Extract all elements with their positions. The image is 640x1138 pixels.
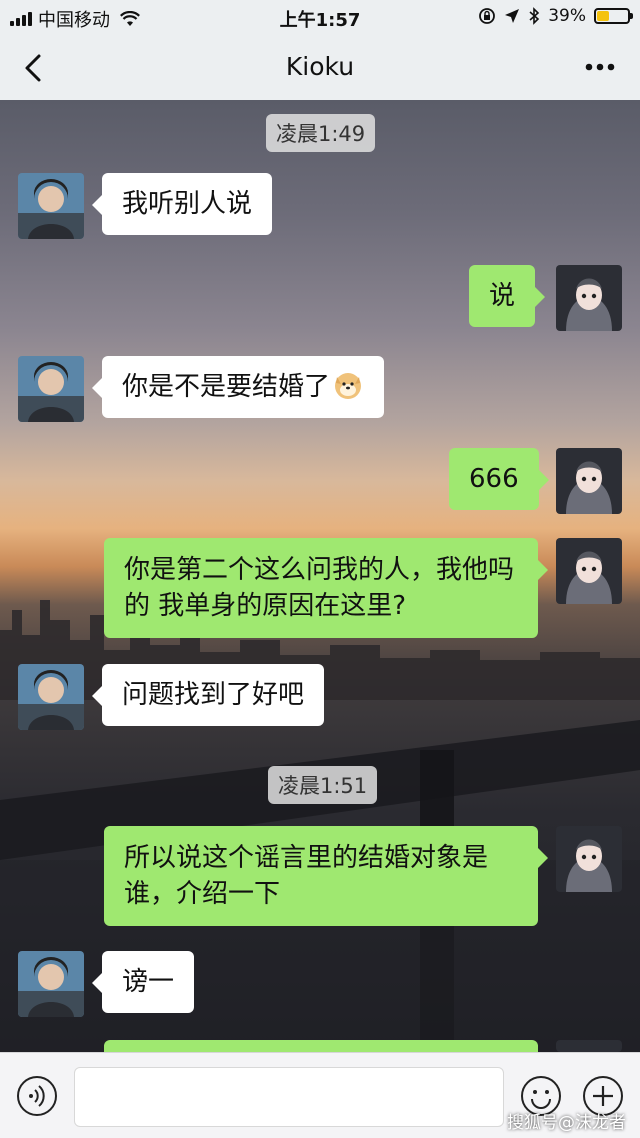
- watermark: 搜狐号@沫龙者: [507, 1113, 626, 1133]
- message-bubble-outgoing[interactable]: 你是第二个这么问我的人，我他吗的 我单身的原因在这里?: [104, 538, 548, 638]
- status-right: 39%: [478, 6, 633, 26]
- timestamp: 凌晨1:49: [266, 114, 376, 152]
- user-avatar[interactable]: [556, 538, 622, 604]
- chat-area[interactable]: 凌晨1:49 凌晨1:51 我听别人说 说 你是不是要结婚了 666 你是第二个…: [0, 100, 640, 1052]
- message-bubble-incoming[interactable]: 你是不是要结婚了: [91, 356, 385, 418]
- chat-title: Kioku: [285, 52, 355, 81]
- doge-emoji-icon: [335, 373, 362, 399]
- more-dots-icon[interactable]: [580, 50, 620, 84]
- user-avatar[interactable]: [556, 1040, 622, 1052]
- user-avatar[interactable]: [556, 448, 622, 514]
- battery-icon: [594, 8, 633, 24]
- rotation-lock-icon: [479, 8, 496, 24]
- contact-avatar[interactable]: [18, 951, 84, 1017]
- user-avatar[interactable]: [556, 265, 622, 331]
- top-bar: 中国移动 上午1:57 39% Kioku: [0, 0, 640, 100]
- message-input[interactable]: [74, 1067, 504, 1127]
- contact-avatar[interactable]: [18, 173, 84, 239]
- voice-icon[interactable]: [16, 1075, 58, 1117]
- contact-avatar[interactable]: [18, 664, 84, 730]
- message-bubble-outgoing[interactable]: 所以说这个谣言里的结婚对象是谁，介绍一下: [104, 826, 548, 926]
- user-avatar[interactable]: [556, 826, 622, 892]
- message-bubble-incoming[interactable]: 谤一: [91, 951, 195, 1013]
- nav-bar: Kioku: [0, 34, 640, 100]
- message-bubble-outgoing[interactable]: 说: [469, 265, 546, 327]
- message-bubble-outgoing[interactable]: 666: [449, 448, 549, 510]
- message-bubble-incoming[interactable]: 问题找到了好吧: [91, 664, 325, 726]
- bluetooth-icon: [529, 7, 540, 25]
- message-bubble-outgoing-partial[interactable]: [104, 1040, 538, 1052]
- message-bubble-incoming[interactable]: 我听别人说: [91, 173, 273, 235]
- timestamp: 凌晨1:51: [268, 766, 378, 804]
- contact-avatar[interactable]: [18, 356, 84, 422]
- message-text: 你是不是要结婚了: [122, 372, 331, 402]
- status-bar: 中国移动 上午1:57 39%: [0, 0, 640, 34]
- location-icon: [505, 9, 520, 23]
- battery-fill: [597, 11, 609, 21]
- battery-percent: 39%: [548, 6, 586, 26]
